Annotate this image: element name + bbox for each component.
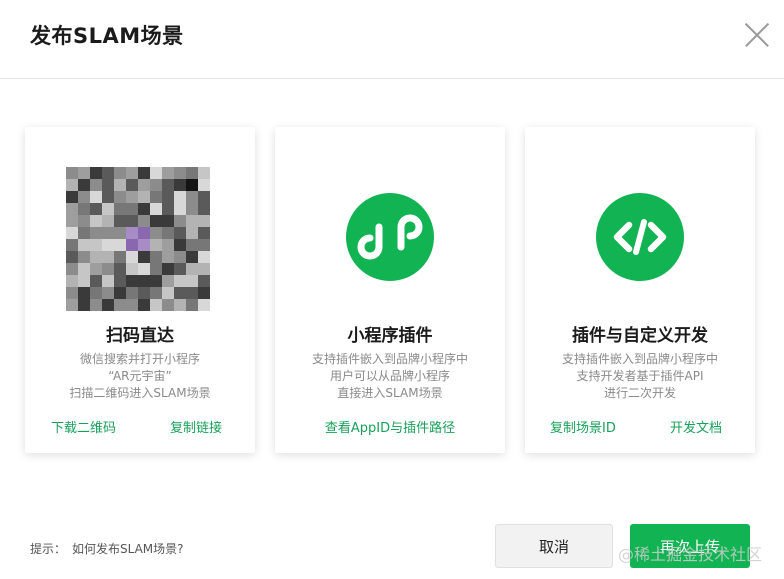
download-qr-link[interactable]: 下载二维码 [51, 417, 116, 436]
card-scan-qr: 扫码直达 微信搜索并打开小程序 “AR元宇宙” 扫描二维码进入SLAM场景 下载… [25, 127, 255, 453]
close-icon[interactable] [744, 22, 770, 48]
card-custom-development: 插件与自定义开发 支持插件嵌入到品牌小程序中 支持开发者基于插件API 进行二次… [525, 127, 755, 453]
tip-label: 提示： [30, 542, 67, 556]
code-brackets-icon [596, 193, 684, 281]
card-desc-line: 直接进入SLAM场景 [337, 386, 443, 400]
card-desc-line: 支持插件嵌入到品牌小程序中 [561, 352, 718, 366]
dialog-title: 发布SLAM场景 [30, 24, 184, 48]
card-mini-program-plugin: 小程序插件 支持插件嵌入到品牌小程序中 用户可以从品牌小程序 直接进入SLAM场… [275, 127, 505, 453]
copy-link-link[interactable]: 复制链接 [170, 417, 222, 436]
cancel-button[interactable]: 取消 [495, 524, 613, 568]
how-to-publish-link[interactable]: 如何发布SLAM场景? [72, 540, 184, 557]
qr-code-image [66, 167, 210, 311]
view-appid-link[interactable]: 查看AppID与插件路径 [275, 417, 505, 436]
card-desc-line: 支持插件嵌入到品牌小程序中 [311, 352, 468, 366]
dev-docs-link[interactable]: 开发文档 [670, 417, 722, 436]
card-desc-line: 用户可以从品牌小程序 [329, 369, 450, 383]
mini-program-icon [346, 193, 434, 281]
card-title: 插件与自定义开发 [572, 326, 708, 346]
card-desc-line: 进行二次开发 [603, 386, 676, 400]
watermark: @稀土掘金技术社区 [618, 545, 763, 564]
card-title: 小程序插件 [347, 326, 433, 346]
copy-scene-id-link[interactable]: 复制场景ID [550, 417, 616, 436]
card-desc-line: 扫描二维码进入SLAM场景 [69, 386, 211, 400]
card-desc-line: “AR元宇宙” [108, 369, 172, 383]
card-desc-line: 微信搜索并打开小程序 [79, 352, 200, 366]
dialog-header: 发布SLAM场景 [0, 0, 784, 79]
card-description: 微信搜索并打开小程序 “AR元宇宙” 扫描二维码进入SLAM场景 [25, 351, 255, 402]
card-description: 支持插件嵌入到品牌小程序中 用户可以从品牌小程序 直接进入SLAM场景 [275, 351, 505, 402]
card-desc-line: 支持开发者基于插件API [576, 369, 704, 383]
card-description: 支持插件嵌入到品牌小程序中 支持开发者基于插件API 进行二次开发 [525, 351, 755, 402]
card-title: 扫码直达 [106, 326, 174, 346]
